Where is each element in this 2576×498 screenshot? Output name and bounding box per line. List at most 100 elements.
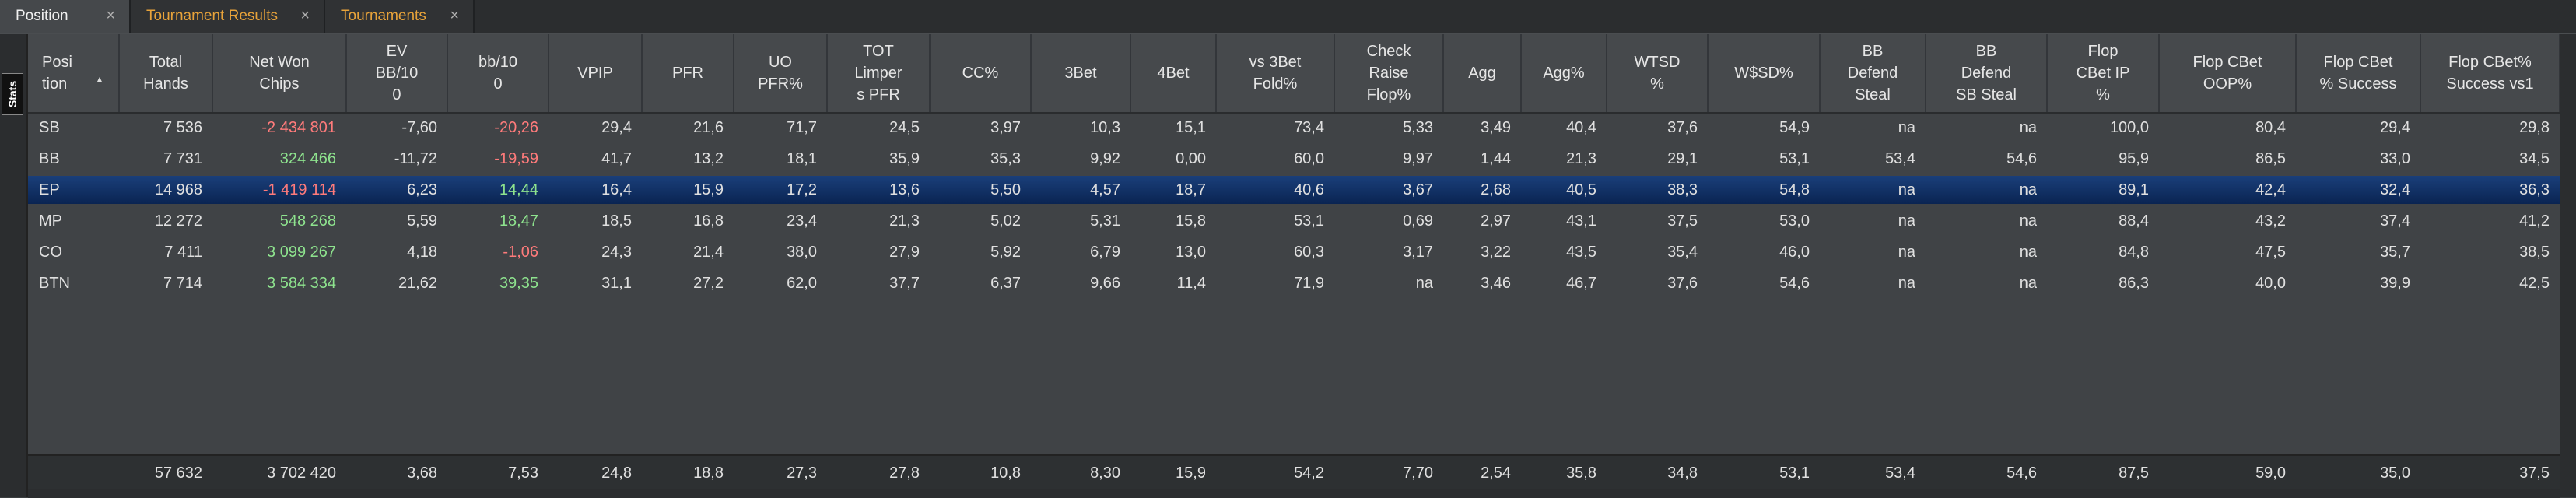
cell-vs-3bet-fold: 71,9 xyxy=(1294,274,1324,292)
cell-vpip: 31,1 xyxy=(601,274,632,292)
column-header-vpip[interactable]: VPIP xyxy=(549,34,643,112)
cell-vs-3bet-fold: 40,6 xyxy=(1294,181,1324,198)
tab-tournaments[interactable]: Tournaments × xyxy=(325,0,475,33)
cell-flop-cbet-success-vs1: 42,5 xyxy=(2519,274,2550,292)
column-header-flop-cbet-oop[interactable]: Flop CBet OOP% xyxy=(2160,34,2297,112)
total-total-hands: 57 632 xyxy=(154,464,202,482)
close-icon[interactable]: × xyxy=(106,7,115,25)
total-bb-defend-sb-steal: 54,6 xyxy=(2006,464,2037,482)
cell-agg: 3,46 xyxy=(1481,274,1511,292)
cell-check-raise-flop: 0,69 xyxy=(1403,212,1433,230)
cell-tot-limpers-pfr: 21,3 xyxy=(889,212,920,230)
total-uo-pfr: 27,3 xyxy=(787,464,817,482)
cell-bb100: 14,44 xyxy=(499,181,538,198)
cell-pfr: 21,4 xyxy=(693,243,724,261)
close-icon[interactable]: × xyxy=(300,7,310,25)
cell-check-raise-flop: na xyxy=(1415,274,1433,292)
total-ev-bb100: 3,68 xyxy=(407,464,437,482)
cell-agg-pct: 40,5 xyxy=(1566,181,1596,198)
close-icon[interactable]: × xyxy=(450,7,459,25)
cell-wsd: 54,6 xyxy=(1779,274,1810,292)
column-header-4bet[interactable]: 4Bet xyxy=(1131,34,1217,112)
cell-pfr: 16,8 xyxy=(693,212,724,230)
cell-check-raise-flop: 3,67 xyxy=(1403,181,1433,198)
stats-side-tab[interactable]: Stats xyxy=(2,73,23,115)
column-header-cc[interactable]: CC% xyxy=(931,34,1032,112)
cell-pfr: 27,2 xyxy=(693,274,724,292)
table-row[interactable]: CO 7 411 3 099 267 4,18 -1,06 24,3 21,4 38,0 27,… xyxy=(28,238,2560,266)
column-header-position[interactable]: Posi tion ▲ xyxy=(28,34,120,112)
cell-agg-pct: 43,5 xyxy=(1566,243,1596,261)
cell-3bet: 5,31 xyxy=(1090,212,1120,230)
cell-vpip: 16,4 xyxy=(601,181,632,198)
cell-cc: 35,3 xyxy=(990,149,1021,167)
column-header-pfr[interactable]: PFR xyxy=(643,34,734,112)
cell-flop-cbet-oop: 42,4 xyxy=(2255,181,2286,198)
column-header-check-raise-flop[interactable]: Check Raise Flop% xyxy=(1335,34,1444,112)
cell-uo-pfr: 71,7 xyxy=(787,118,817,136)
cell-agg: 3,22 xyxy=(1481,243,1511,261)
side-panel-strip: Stats xyxy=(0,34,28,497)
column-header-3bet[interactable]: 3Bet xyxy=(1032,34,1131,112)
tab-position[interactable]: Position × xyxy=(0,0,131,33)
cell-wtsd: 37,6 xyxy=(1667,274,1698,292)
cell-tot-limpers-pfr: 35,9 xyxy=(889,149,920,167)
cell-total-hands: 12 272 xyxy=(154,212,202,230)
cell-total-hands: 7 536 xyxy=(163,118,202,136)
column-header-bb100[interactable]: bb/10 0 xyxy=(448,34,549,112)
cell-pfr: 15,9 xyxy=(693,181,724,198)
column-header-ev-bb100[interactable]: EV BB/10 0 xyxy=(347,34,448,112)
cell-pfr: 13,2 xyxy=(693,149,724,167)
cell-flop-cbet-ip: 95,9 xyxy=(2119,149,2149,167)
total-check-raise-flop: 7,70 xyxy=(1403,464,1433,482)
column-header-total-hands[interactable]: Total Hands xyxy=(120,34,213,112)
cell-vpip: 41,7 xyxy=(601,149,632,167)
cell-agg: 2,97 xyxy=(1481,212,1511,230)
column-header-wtsd[interactable]: WTSD % xyxy=(1607,34,1709,112)
column-header-net-won-chips[interactable]: Net Won Chips xyxy=(213,34,347,112)
cell-wsd: 54,8 xyxy=(1779,181,1810,198)
cell-vs-3bet-fold: 53,1 xyxy=(1294,212,1324,230)
cell-position: EP xyxy=(39,181,60,198)
table-row[interactable]: MP 12 272 548 268 5,59 18,47 18,5 16,8 23,4 21,3… xyxy=(28,207,2560,235)
cell-3bet: 9,66 xyxy=(1090,274,1120,292)
horizontal-scrollbar[interactable] xyxy=(28,489,2560,498)
column-header-agg-pct[interactable]: Agg% xyxy=(1522,34,1607,112)
cell-vs-3bet-fold: 73,4 xyxy=(1294,118,1324,136)
column-header-bb-defend-steal[interactable]: BB Defend Steal xyxy=(1821,34,1926,112)
table-row[interactable]: SB 7 536 -2 434 801 -7,60 -20,26 29,4 21,6 71,7… xyxy=(28,114,2560,142)
tab-tournament-results[interactable]: Tournament Results × xyxy=(131,0,325,33)
sort-ascending-icon: ▲ xyxy=(95,74,104,85)
cell-bb-defend-steal: na xyxy=(1898,243,1915,261)
column-header-uo-pfr[interactable]: UO PFR% xyxy=(734,34,828,112)
stats-grid: Posi tion ▲ Total Hands Net Won Chips EV BB/… xyxy=(28,34,2560,490)
tab-label: Tournaments xyxy=(341,8,426,24)
cell-position: MP xyxy=(39,212,62,230)
column-header-agg[interactable]: Agg xyxy=(1444,34,1522,112)
header-row: Posi tion ▲ Total Hands Net Won Chips EV BB/… xyxy=(28,34,2560,114)
cell-vs-3bet-fold: 60,0 xyxy=(1294,149,1324,167)
column-header-flop-cbet-success[interactable]: Flop CBet % Success xyxy=(2297,34,2421,112)
table-row[interactable]: EP 14 968 -1 419 114 6,23 14,44 16,4 15,9 17,2 1… xyxy=(28,176,2560,204)
tab-bar: Position × Tournament Results × Tourname… xyxy=(0,0,2576,34)
total-tot-limpers-pfr: 27,8 xyxy=(889,464,920,482)
column-header-wsd[interactable]: W$SD% xyxy=(1709,34,1821,112)
cell-bb-defend-sb-steal: na xyxy=(2019,274,2037,292)
column-header-flop-cbet-ip[interactable]: Flop CBet IP % xyxy=(2048,34,2160,112)
total-flop-cbet-success: 35,0 xyxy=(2380,464,2410,482)
column-header-tot-limpers-pfr[interactable]: TOT Limper s PFR xyxy=(828,34,931,112)
total-pfr: 18,8 xyxy=(693,464,724,482)
table-row[interactable]: BB 7 731 324 466 -11,72 -19,59 41,7 13,2 18,1 35… xyxy=(28,145,2560,173)
cell-bb100: 18,47 xyxy=(499,212,538,230)
cell-agg-pct: 40,4 xyxy=(1566,118,1596,136)
cell-flop-cbet-oop: 43,2 xyxy=(2255,212,2286,230)
table-row[interactable]: BTN 7 714 3 584 334 21,62 39,35 31,1 27,2 62,0 3… xyxy=(28,269,2560,297)
vertical-scrollbar[interactable] xyxy=(2560,34,2576,497)
cell-tot-limpers-pfr: 37,7 xyxy=(889,274,920,292)
column-header-flop-cbet-success-vs1[interactable]: Flop CBet% Success vs1 xyxy=(2421,34,2560,112)
column-header-vs-3bet-fold[interactable]: vs 3Bet Fold% xyxy=(1217,34,1335,112)
column-header-bb-defend-sb-steal[interactable]: BB Defend SB Steal xyxy=(1926,34,2048,112)
cell-4bet: 0,00 xyxy=(1176,149,1206,167)
cell-position: BB xyxy=(39,149,60,167)
cell-check-raise-flop: 3,17 xyxy=(1403,243,1433,261)
